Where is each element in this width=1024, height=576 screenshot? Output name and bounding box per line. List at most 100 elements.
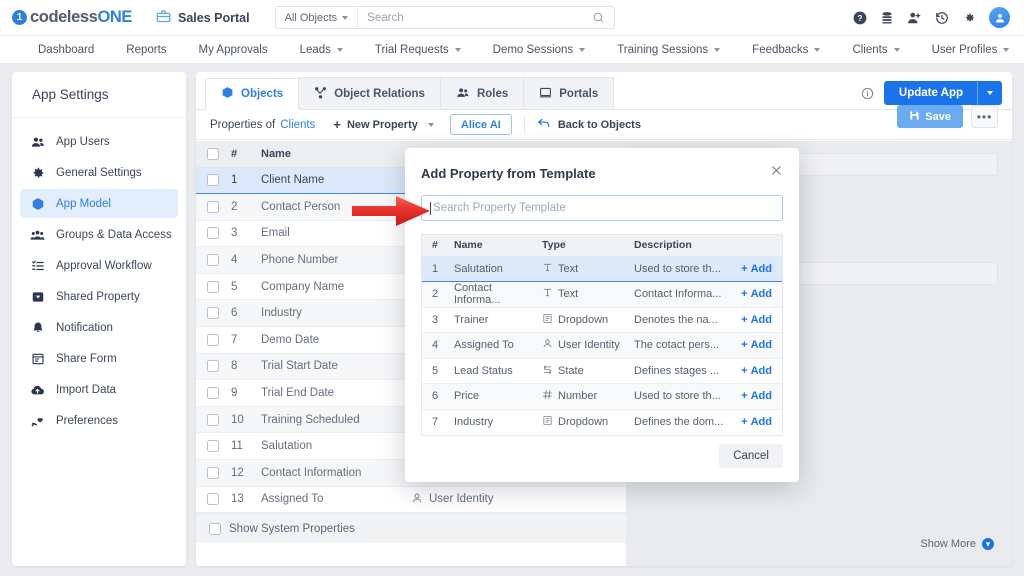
nav-item-training-sessions[interactable]: Training Sessions — [601, 36, 736, 63]
show-system-properties-row[interactable]: Show System Properties — [196, 513, 626, 544]
number-icon — [542, 389, 553, 403]
database-icon[interactable] — [880, 11, 894, 25]
close-icon[interactable] — [768, 162, 785, 184]
nav-item-reports[interactable]: Reports — [110, 36, 182, 63]
row-checkbox[interactable] — [207, 360, 219, 373]
dropdown-icon — [542, 313, 553, 327]
gear-icon[interactable] — [962, 11, 976, 25]
object-name-link[interactable]: Clients — [280, 119, 315, 131]
nav-label: Trial Requests — [374, 43, 449, 56]
table-row[interactable]: 2 Contact Informa... Text Contact Inform… — [422, 281, 782, 308]
row-type: Dropdown — [558, 313, 609, 326]
tab-objects[interactable]: Objects — [205, 78, 300, 110]
global-search[interactable]: All Objects — [274, 6, 615, 29]
modal-search-input[interactable] — [433, 202, 774, 214]
row-checkbox[interactable] — [207, 254, 219, 267]
search-icon[interactable] — [592, 11, 614, 24]
add-button[interactable]: + Add — [741, 416, 772, 428]
table-row[interactable]: 5 Lead Status State Defines stages ... +… — [422, 358, 782, 384]
add-button[interactable]: + Add — [741, 390, 772, 402]
sidebar-item-groups-data-access[interactable]: Groups & Data Access — [20, 220, 178, 249]
row-num: 3 — [225, 220, 255, 248]
table-row[interactable]: 13 Assigned To User Identity — [196, 486, 626, 514]
users-icon — [456, 86, 470, 102]
search-scope-dropdown[interactable]: All Objects — [276, 7, 359, 28]
tab-roles[interactable]: Roles — [439, 77, 525, 109]
alice-ai-button[interactable]: Alice AI — [449, 114, 512, 135]
cancel-button[interactable]: Cancel — [719, 444, 783, 468]
row-checkbox[interactable] — [207, 227, 219, 240]
row-checkbox[interactable] — [207, 200, 219, 213]
avatar[interactable] — [989, 7, 1010, 28]
table-row[interactable]: 3 Trainer Dropdown Denotes the na... + A… — [422, 307, 782, 333]
row-checkbox[interactable] — [207, 333, 219, 346]
search-input[interactable] — [358, 11, 592, 24]
search-property-template-field[interactable] — [421, 195, 783, 221]
help-icon[interactable]: ? — [853, 11, 867, 25]
nav-item-user-profiles[interactable]: User Profiles — [916, 36, 1024, 63]
sidebar-item-preferences[interactable]: Preferences — [20, 406, 178, 435]
portal-switcher[interactable]: Sales Portal — [156, 9, 250, 27]
nav-item-leads[interactable]: Leads — [284, 36, 359, 63]
row-checkbox[interactable] — [207, 413, 219, 426]
info-icon[interactable] — [861, 87, 874, 100]
sidebar-item-general-settings[interactable]: General Settings — [20, 158, 178, 187]
main-navigation: Dashboard Reports My Approvals Leads Tri… — [0, 36, 1024, 64]
nav-label: Training Sessions — [617, 43, 709, 56]
nav-item-dashboard[interactable]: Dashboard — [22, 36, 110, 63]
row-num: 8 — [225, 353, 255, 381]
sidebar-item-app-users[interactable]: App Users — [20, 127, 178, 156]
add-button[interactable]: + Add — [741, 263, 772, 275]
sidebar-item-import-data[interactable]: Import Data — [20, 375, 178, 404]
add-button[interactable]: + Add — [741, 288, 772, 300]
sidebar-item-share-form[interactable]: Share Form — [20, 344, 178, 373]
row-checkbox[interactable] — [207, 466, 219, 479]
table-row[interactable]: 1 Salutation Text Used to store th... + … — [422, 255, 782, 282]
nav-item-trial-requests[interactable]: Trial Requests — [359, 36, 477, 63]
history-icon[interactable] — [935, 11, 949, 25]
table-row[interactable]: 6 Price Number Used to store th... + Add — [422, 383, 782, 410]
tab-portals[interactable]: Portals — [523, 77, 615, 109]
nav-item-clients[interactable]: Clients — [836, 36, 915, 63]
show-more-button[interactable]: Show More ▾ — [920, 538, 994, 550]
add-button[interactable]: + Add — [741, 339, 772, 351]
row-checkbox[interactable] — [207, 174, 219, 187]
back-to-objects-label: Back to Objects — [557, 118, 641, 131]
sidebar-item-shared-property[interactable]: Shared Property — [20, 282, 178, 311]
nav-item-feedbacks[interactable]: Feedbacks — [736, 36, 836, 63]
row-checkbox[interactable] — [207, 493, 219, 506]
sidebar-list: App Users General Settings App Model Gro… — [12, 118, 186, 444]
header-select-all[interactable] — [196, 141, 225, 168]
add-button[interactable]: + Add — [741, 365, 772, 377]
sidebar-item-label: Preferences — [56, 414, 119, 427]
logo-mark-icon: 1 — [12, 10, 27, 25]
row-type: Text — [558, 262, 579, 275]
add-button[interactable]: + Add — [741, 314, 772, 326]
row-checkbox[interactable] — [207, 280, 219, 293]
update-app-button[interactable]: Update App — [883, 81, 1002, 105]
row-checkbox[interactable] — [207, 307, 219, 320]
row-name: Demo Date — [255, 326, 405, 354]
more-actions-button[interactable]: ••• — [971, 105, 998, 128]
sidebar-item-notification[interactable]: Notification — [20, 313, 178, 342]
table-row[interactable]: 7 Industry Dropdown Defines the dom... +… — [422, 409, 782, 435]
app-logo[interactable]: 1 codelessONE — [12, 8, 132, 27]
sidebar-item-app-model[interactable]: App Model — [20, 189, 178, 218]
table-row[interactable]: 4 Assigned To User Identity The cotact p… — [422, 332, 782, 359]
row-num: 12 — [225, 459, 255, 487]
save-button[interactable]: Save — [897, 105, 963, 128]
show-system-properties-checkbox[interactable] — [209, 522, 221, 535]
header-name: Name — [255, 141, 405, 168]
header-description: Description — [628, 235, 736, 257]
new-property-button[interactable]: + New Property — [333, 118, 434, 131]
checkbox[interactable] — [207, 147, 219, 160]
nav-item-demo-sessions[interactable]: Demo Sessions — [477, 36, 602, 63]
add-user-icon[interactable] — [907, 11, 922, 25]
tab-object-relations[interactable]: Object Relations — [298, 77, 441, 109]
row-checkbox[interactable] — [207, 387, 219, 400]
back-to-objects-button[interactable]: Back to Objects — [537, 117, 641, 132]
nav-item-my-approvals[interactable]: My Approvals — [183, 36, 284, 63]
row-checkbox[interactable] — [207, 440, 219, 453]
sidebar-item-approval-workflow[interactable]: Approval Workflow — [20, 251, 178, 280]
chevron-down-icon[interactable] — [978, 91, 1002, 95]
